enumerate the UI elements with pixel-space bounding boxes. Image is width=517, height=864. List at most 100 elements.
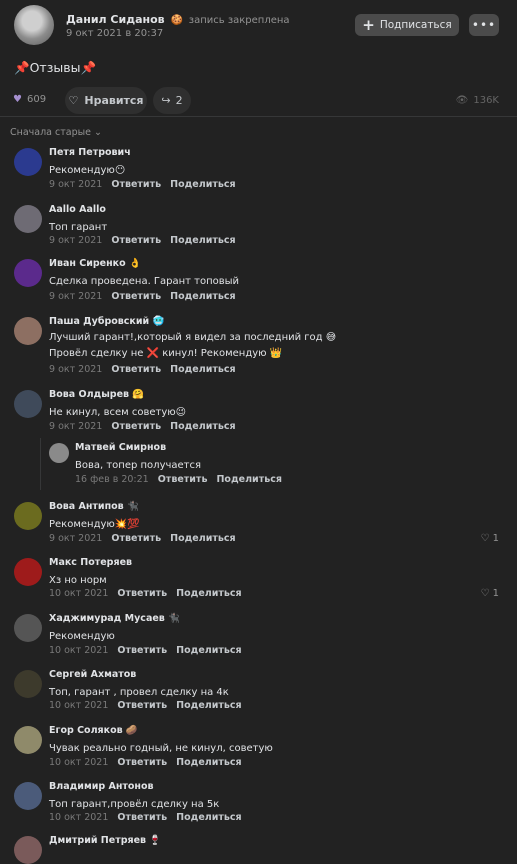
- comment-like-button[interactable]: ♡ 1: [480, 588, 499, 599]
- comment-text: Провёл сделку не ❌ кинул! Рекомендую 👑: [49, 348, 283, 359]
- commenter-avatar[interactable]: [14, 390, 42, 418]
- sort-label: Сначала старые: [10, 127, 91, 138]
- commenter-name[interactable]: Дмитрий Петряев 🍷: [49, 835, 161, 846]
- comment-date[interactable]: 9 окт 2021: [49, 179, 102, 190]
- reply-button[interactable]: Ответить: [117, 588, 167, 599]
- reply-button[interactable]: Ответить: [117, 645, 167, 656]
- comment-date[interactable]: 10 окт 2021: [49, 645, 108, 656]
- commenter-name[interactable]: Матвей Смирнов: [75, 442, 166, 453]
- comment-meta: 16 фев в 20:21 Ответить Поделиться: [75, 474, 282, 485]
- comment-text: Топ, гарант , провел сделку на 4к: [49, 687, 229, 698]
- post-title-text: Отзывы: [29, 60, 81, 75]
- reply-button[interactable]: Ответить: [111, 291, 161, 302]
- comment-date[interactable]: 9 окт 2021: [49, 235, 102, 246]
- commenter-avatar[interactable]: [14, 148, 42, 176]
- share-comment-button[interactable]: Поделиться: [170, 421, 235, 432]
- pinned-note: запись закреплена: [188, 15, 290, 26]
- commenter-avatar[interactable]: [14, 558, 42, 586]
- commenter-avatar[interactable]: [14, 726, 42, 754]
- sort-dropdown[interactable]: Сначала старые ⌄: [10, 127, 102, 138]
- commenter-avatar[interactable]: [14, 614, 42, 642]
- commenter-name[interactable]: Aallo Aallo: [49, 204, 106, 215]
- share-comment-button[interactable]: Поделиться: [176, 588, 241, 599]
- shares-count: 2: [175, 94, 183, 107]
- pin-icon: 📌: [14, 60, 30, 75]
- post-header: Данил Сиданов 🍪 запись закреплена 9 окт …: [0, 0, 517, 56]
- commenter-avatar[interactable]: [14, 782, 42, 810]
- comment-date[interactable]: 9 окт 2021: [49, 421, 102, 432]
- share-comment-button[interactable]: Поделиться: [176, 757, 241, 768]
- share-button[interactable]: ↪ 2: [153, 87, 191, 114]
- comment-like-button[interactable]: ♡ 1: [480, 533, 499, 544]
- comment-like-count: 1: [492, 533, 499, 544]
- commenter-avatar[interactable]: [14, 502, 42, 530]
- share-comment-button[interactable]: Поделиться: [176, 812, 241, 823]
- comment-text: Не кинул, всем советую😉: [49, 407, 187, 418]
- commenter-name[interactable]: Вова Антипов 🐈‍⬛: [49, 501, 139, 512]
- reply-button[interactable]: Ответить: [111, 235, 161, 246]
- share-comment-button[interactable]: Поделиться: [216, 474, 281, 485]
- comment-date[interactable]: 10 окт 2021: [49, 700, 108, 711]
- comment-meta: 9 окт 2021 Ответить Поделиться: [49, 291, 236, 302]
- commenter-avatar[interactable]: [14, 259, 42, 287]
- commenter-name[interactable]: Петя Петрович: [49, 147, 131, 158]
- commenter-avatar[interactable]: [14, 205, 42, 233]
- reply-button[interactable]: Ответить: [117, 812, 167, 823]
- post-date[interactable]: 9 окт 2021 в 20:37: [66, 28, 163, 39]
- heart-outline-icon: ♡: [480, 588, 490, 599]
- reply-button[interactable]: Ответить: [111, 533, 161, 544]
- views-stat: 👁 136K: [456, 95, 499, 106]
- share-comment-button[interactable]: Поделиться: [170, 533, 235, 544]
- commenter-name[interactable]: Сергей Ахматов: [49, 669, 136, 680]
- author-avatar[interactable]: [14, 5, 54, 45]
- reply-button[interactable]: Ответить: [117, 700, 167, 711]
- comment-text: Лучший гарант!,который я видел за послед…: [49, 332, 337, 343]
- share-comment-button[interactable]: Поделиться: [170, 179, 235, 190]
- commenter-avatar[interactable]: [14, 670, 42, 698]
- comment-date[interactable]: 9 окт 2021: [49, 291, 102, 302]
- pin-icon: 📌: [80, 60, 97, 75]
- reply-button[interactable]: Ответить: [111, 179, 161, 190]
- share-comment-button[interactable]: Поделиться: [170, 235, 235, 246]
- comment-date[interactable]: 16 фев в 20:21: [75, 474, 149, 485]
- comment-date[interactable]: 10 окт 2021: [49, 757, 108, 768]
- commenter-name[interactable]: Макс Потеряев: [49, 557, 132, 568]
- more-options-button[interactable]: •••: [469, 14, 499, 36]
- like-label: Нравится: [84, 94, 144, 107]
- reply-button[interactable]: Ответить: [117, 757, 167, 768]
- comment-meta: 9 окт 2021 Ответить Поделиться: [49, 364, 236, 375]
- chevron-down-icon: ⌄: [94, 127, 102, 138]
- reply-button[interactable]: Ответить: [158, 474, 208, 485]
- commenter-avatar[interactable]: [14, 836, 42, 864]
- comment-text: Вова, топер получается: [75, 460, 202, 471]
- commenter-name[interactable]: Вова Олдырев 🤗: [49, 389, 144, 400]
- comment-text: Рекомендую😶: [49, 165, 126, 176]
- share-comment-button[interactable]: Поделиться: [170, 291, 235, 302]
- comment-text: Чувак реально годный, не кинул, советую: [49, 743, 273, 754]
- share-comment-button[interactable]: Поделиться: [176, 700, 241, 711]
- share-comment-button[interactable]: Поделиться: [170, 364, 235, 375]
- comment-date[interactable]: 9 окт 2021: [49, 533, 102, 544]
- author-name[interactable]: Данил Сиданов: [66, 13, 165, 26]
- comment-meta: 10 окт 2021 Ответить Поделиться: [49, 757, 242, 768]
- reply-button[interactable]: Ответить: [111, 421, 161, 432]
- likes-stat[interactable]: ♥ 609: [13, 94, 46, 105]
- commenter-name[interactable]: Егор Соляков 🥔: [49, 725, 138, 736]
- commenter-avatar[interactable]: [14, 317, 42, 345]
- comment-text: Рекомендую: [49, 631, 115, 642]
- comment-meta: 10 окт 2021 Ответить Поделиться: [49, 700, 242, 711]
- commenter-name[interactable]: Владимир Антонов: [49, 781, 154, 792]
- comment-date[interactable]: 9 окт 2021: [49, 364, 102, 375]
- commenter-avatar[interactable]: [49, 443, 69, 463]
- like-button[interactable]: ♡ Нравится: [65, 87, 147, 114]
- post-author: Данил Сиданов 🍪 запись закреплена: [66, 13, 290, 26]
- commenter-name[interactable]: Паша Дубровский 🥶: [49, 316, 164, 327]
- subscribe-button[interactable]: + Подписаться: [355, 14, 459, 36]
- share-comment-button[interactable]: Поделиться: [176, 645, 241, 656]
- comment-date[interactable]: 10 окт 2021: [49, 588, 108, 599]
- commenter-name[interactable]: Иван Сиренко 👌: [49, 258, 141, 269]
- commenter-name[interactable]: Хаджимурад Мусаев 🐈‍⬛: [49, 613, 180, 624]
- comment-text: Хз но норм: [49, 575, 107, 586]
- comment-date[interactable]: 10 окт 2021: [49, 812, 108, 823]
- reply-button[interactable]: Ответить: [111, 364, 161, 375]
